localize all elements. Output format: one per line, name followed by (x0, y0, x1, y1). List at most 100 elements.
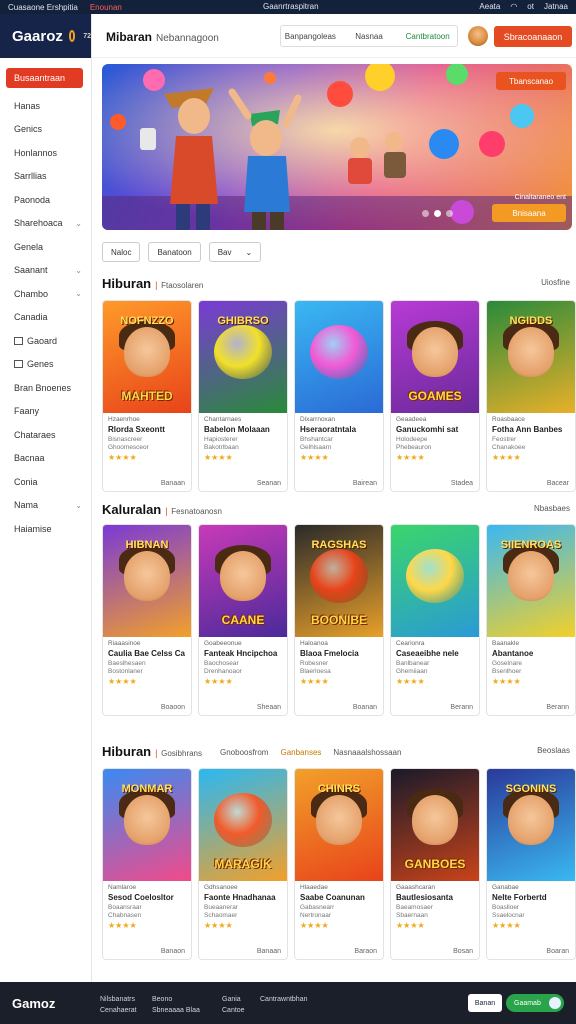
card-more-link[interactable]: Baraon (354, 948, 377, 955)
game-thumbnail[interactable]: CHINRS (295, 769, 383, 881)
game-card[interactable]: MONMAR Namlaroe Sesod Coelosltor Boaansraar… (102, 768, 192, 960)
card-more-link[interactable]: Berann (546, 704, 569, 711)
tab-3[interactable]: Cantbratoon (398, 32, 457, 41)
game-card[interactable]: NGIDDS Roasbaace Fotha Ann Banbes Feostrer C… (486, 300, 576, 492)
sidebar-item[interactable]: Haiamise (0, 517, 91, 541)
game-card[interactable]: Cearionra Caseaeibhe nele Banlbanear Ghemii… (390, 524, 480, 716)
card-more-link[interactable]: Seanan (257, 480, 281, 487)
card-title[interactable]: Hseraoratntala (300, 425, 378, 434)
filter-chip[interactable]: Banatoon (148, 242, 201, 262)
card-title[interactable]: Fanteak Hncipchoa (204, 649, 282, 658)
hero-action-button[interactable]: Bnisaana (492, 204, 566, 222)
sidebar-item[interactable]: Hanas (0, 94, 91, 118)
sidebar-item[interactable]: Saanant ⌄ (0, 259, 91, 283)
sidebar-item[interactable]: Paonoda (0, 188, 91, 212)
game-thumbnail[interactable]: SGONINS (487, 769, 575, 881)
filter-chip[interactable]: Naloc (102, 242, 141, 262)
hero-dot[interactable] (446, 210, 453, 217)
card-more-link[interactable]: Banaan (161, 480, 185, 487)
footer-link[interactable]: Nilsbanatrs (100, 994, 137, 1005)
game-card[interactable]: Dixarrnoxan Hseraoratntala Bhshantcar Gelhl… (294, 300, 384, 492)
game-card[interactable]: NOFNZZO MAHTED Hzaenrhoe Rlorda Sxeontt Bisn… (102, 300, 192, 492)
card-more-link[interactable]: Bacear (547, 480, 569, 487)
game-thumbnail[interactable]: HIBNAN (103, 525, 191, 637)
card-more-link[interactable]: Banaan (257, 948, 281, 955)
game-card[interactable]: GOAMES Geaadeea Ganuckomhi sat Holodeepe Phe… (390, 300, 480, 492)
game-card[interactable]: RAGSHAS BOONIBE Haloanoa Blaoa Fmelocia Robe… (294, 524, 384, 716)
card-more-link[interactable]: Boanan (353, 704, 377, 711)
sidebar-item[interactable]: Genela (0, 235, 91, 259)
section-tab[interactable]: Gnoboosfrom (220, 748, 268, 757)
footer-toggle-button[interactable]: Gaamab (506, 994, 564, 1012)
section-see-all-link[interactable]: Uiosfine (541, 278, 570, 287)
card-title[interactable]: Rlorda Sxeontt (108, 425, 186, 434)
card-title[interactable]: Ganuckomhi sat (396, 425, 474, 434)
game-thumbnail[interactable]: GOAMES (391, 301, 479, 413)
footer-link[interactable]: Cenahaerat (100, 1005, 137, 1016)
game-card[interactable]: MARAGIK Gdhsanoee Faonte Hnadhanaa Bueaaner… (198, 768, 288, 960)
tab-1[interactable]: Banpangoleas (281, 32, 340, 41)
section-see-all-link[interactable]: Beoslaas (537, 746, 570, 755)
card-more-link[interactable]: Bairean (353, 480, 377, 487)
game-thumbnail[interactable] (295, 301, 383, 413)
game-card[interactable]: SGONINS Ganabae Nelte Forbertd Boaslloer Ssa… (486, 768, 576, 960)
hero-dot[interactable] (422, 210, 429, 217)
card-more-link[interactable]: Banaon (161, 948, 185, 955)
footer-link[interactable]: Cantoe (222, 1005, 245, 1016)
card-title[interactable]: Abantanoe (492, 649, 570, 658)
sidebar-item[interactable]: Genics (0, 118, 91, 142)
card-title[interactable]: Caseaeibhe nele (396, 649, 474, 658)
card-more-link[interactable]: Stadea (451, 480, 473, 487)
sidebar-item[interactable]: Honlannos (0, 141, 91, 165)
card-more-link[interactable]: Boaran (546, 948, 569, 955)
game-card[interactable]: CHINRS Hlaaedae Saabe Coanunan Gabasnearr Ne… (294, 768, 384, 960)
hero-top-button[interactable]: Tbanscanao (496, 72, 566, 90)
game-thumbnail[interactable]: GANBOES (391, 769, 479, 881)
sidebar-item[interactable]: Conia (0, 470, 91, 494)
sidebar-item[interactable]: Canadia (0, 306, 91, 330)
sidebar-item[interactable]: Genes (0, 353, 91, 377)
avatar[interactable] (468, 26, 488, 46)
game-thumbnail[interactable]: GHIBRSO (199, 301, 287, 413)
footer-link[interactable]: Gania (222, 994, 245, 1005)
game-thumbnail[interactable]: RAGSHAS BOONIBE (295, 525, 383, 637)
sidebar-item[interactable]: Nama ⌄ (0, 494, 91, 518)
sidebar-cta-button[interactable]: Busaantraan (6, 68, 83, 88)
card-title[interactable]: Faonte Hnadhanaa (204, 893, 282, 902)
section-tab[interactable]: Nasnaaalshossaan (333, 748, 401, 757)
card-more-link[interactable]: Bosan (453, 948, 473, 955)
card-title[interactable]: Bautlesiosanta (396, 893, 474, 902)
game-thumbnail[interactable]: CAANE (199, 525, 287, 637)
card-more-link[interactable]: Sheaan (257, 704, 281, 711)
footer-link[interactable]: Beono (152, 994, 200, 1005)
filter-dropdown[interactable]: Bav ⌄ (208, 242, 262, 262)
card-title[interactable]: Sesod Coelosltor (108, 893, 186, 902)
game-card[interactable]: GHIBRSO Chantarnaes Babelon Molaaan Hapiost… (198, 300, 288, 492)
game-thumbnail[interactable] (391, 525, 479, 637)
hero-dot-active[interactable] (434, 210, 441, 217)
game-thumbnail[interactable]: NOFNZZO MAHTED (103, 301, 191, 413)
section-see-all-link[interactable]: Nbasbaes (534, 504, 570, 513)
tab-2[interactable]: Nasnaa (340, 32, 399, 41)
sidebar-item[interactable]: Chataraes (0, 423, 91, 447)
hero-banner[interactable]: Tbanscanao Cinaltaraneo ent Bnisaana (102, 64, 572, 230)
footer-link[interactable]: Cantrawntbhan (260, 994, 307, 1005)
card-title[interactable]: Babelon Molaaan (204, 425, 282, 434)
game-thumbnail[interactable]: MONMAR (103, 769, 191, 881)
card-title[interactable]: Nelte Forbertd (492, 893, 570, 902)
card-title[interactable]: Fotha Ann Banbes (492, 425, 570, 434)
game-thumbnail[interactable]: SIIENROAS (487, 525, 575, 637)
card-title[interactable]: Caulia Bae Celss Ca (108, 649, 186, 658)
game-card[interactable]: SIIENROAS Baanakle Abantanoe Goselnare Bsenl… (486, 524, 576, 716)
sidebar-item[interactable]: Faany (0, 400, 91, 424)
card-more-link[interactable]: Boaoon (161, 704, 185, 711)
sidebar-item[interactable]: Gaoard (0, 329, 91, 353)
header-cta-button[interactable]: Sbracoanaaon (494, 26, 572, 47)
sidebar-item[interactable]: Bacnaa (0, 447, 91, 471)
sidebar-item[interactable]: Sarrllias (0, 165, 91, 189)
game-card[interactable]: CAANE Goabeeonue Fanteak Hncipchoa Baochose… (198, 524, 288, 716)
logo[interactable]: Gaaroz 72 (0, 14, 91, 58)
game-card[interactable]: GANBOES Gaaashcaran Bautlesiosanta Baeamosa… (390, 768, 480, 960)
card-more-link[interactable]: Berann (450, 704, 473, 711)
sidebar-item[interactable]: Chambo ⌄ (0, 282, 91, 306)
